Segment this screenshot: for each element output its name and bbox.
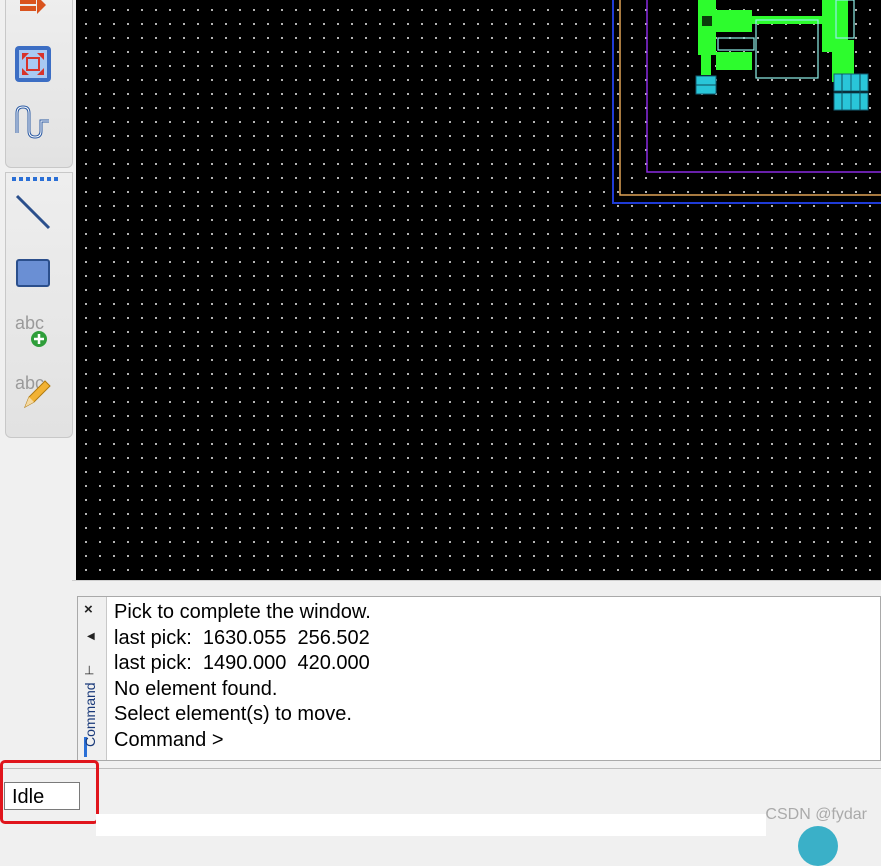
line-icon[interactable] [13, 192, 53, 232]
rectangle-icon[interactable] [13, 253, 53, 293]
status-bar-divider [0, 768, 881, 769]
bottom-strip [96, 814, 766, 836]
command-panel-side-tab: × ◀ ⊣ Command [78, 597, 107, 760]
command-output[interactable]: Pick to complete the window. last pick: … [114, 600, 371, 753]
collapse-arrow-icon[interactable]: ◀ [87, 631, 95, 642]
command-panel: × ◀ ⊣ Command Pick to complete the windo… [77, 596, 881, 761]
watermark-logo [798, 826, 838, 866]
layout-drawing [612, 0, 881, 204]
command-output-line: Select element(s) to move. [114, 703, 352, 725]
command-output-line: last pick: 1630.055 256.502 [114, 626, 370, 649]
layout-canvas[interactable] [76, 0, 881, 580]
command-output-line: No element found. [114, 677, 278, 700]
route-icon[interactable] [13, 0, 53, 26]
status-highlight-annotation [0, 760, 99, 824]
edit-text-icon[interactable]: abc [13, 370, 53, 410]
pin-icon[interactable]: ⊣ [82, 665, 96, 675]
fit-view-icon[interactable] [13, 44, 53, 84]
close-icon[interactable]: × [84, 601, 93, 618]
command-panel-title: Command [82, 682, 98, 747]
left-toolbar: abc abc [0, 0, 75, 590]
wire-bend-icon[interactable] [13, 103, 53, 143]
command-output-line: Pick to complete the window. [114, 601, 371, 623]
toolbar-separator [12, 177, 60, 181]
svg-text:abc: abc [15, 313, 44, 333]
command-prompt[interactable]: Command > [114, 728, 371, 754]
command-output-line: last pick: 1490.000 420.000 [114, 652, 370, 674]
add-text-icon[interactable]: abc [13, 310, 53, 350]
watermark-text: CSDN @fydar [765, 806, 867, 823]
canvas-bottom-border [72, 580, 881, 595]
